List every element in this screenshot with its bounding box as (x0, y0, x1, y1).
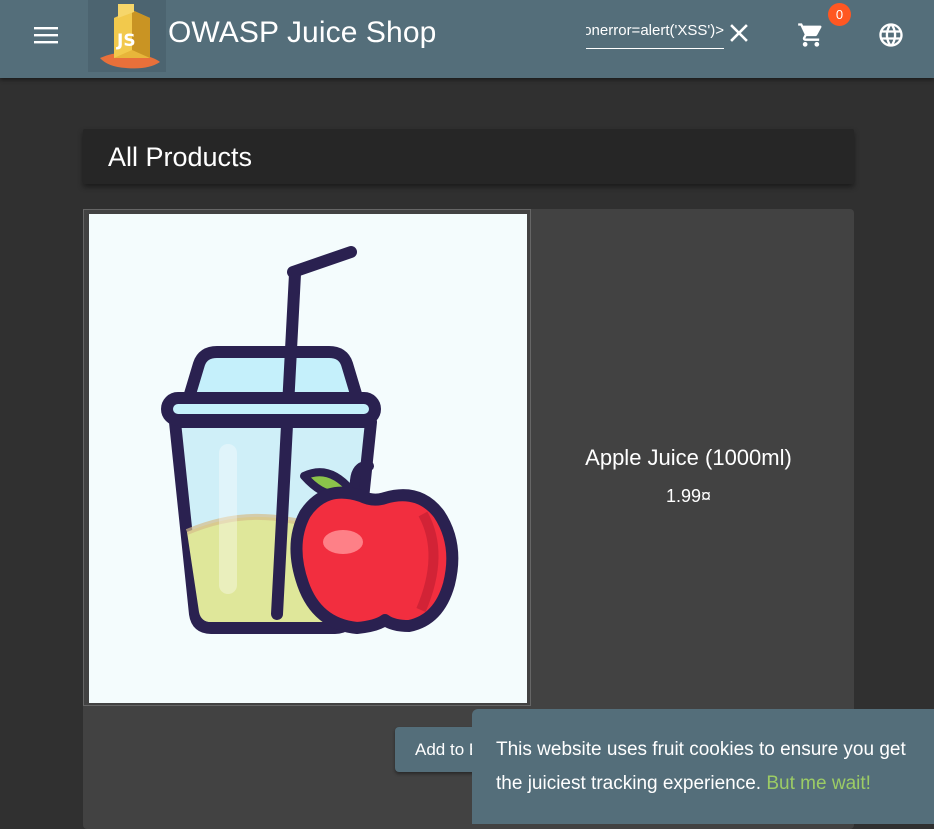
clear-search-button[interactable] (727, 20, 751, 46)
hamburger-menu-icon (34, 27, 58, 44)
logo-button[interactable]: JS (88, 0, 166, 72)
shopping-cart-icon (798, 23, 822, 47)
product-price: 1.99¤ (665, 486, 712, 506)
cookie-message-block: This website uses fruit cookies to ensur… (496, 733, 934, 801)
shopping-cart-button[interactable] (794, 18, 828, 52)
top-toolbar: JS OWASP Juice Shop <img src=x onerror=a… (0, 0, 934, 78)
products-heading-card: All Products (83, 129, 854, 184)
cart-count-badge: 0 (828, 3, 851, 26)
product-image-frame[interactable] (83, 209, 531, 706)
cookie-dismiss-link[interactable]: But me wait! (766, 773, 871, 794)
language-button[interactable] (874, 18, 908, 52)
globe-icon (879, 23, 903, 47)
app-title[interactable]: OWASP Juice Shop (168, 15, 436, 51)
apple-juice-cup-illustration (161, 246, 459, 634)
menu-button[interactable] (24, 17, 70, 53)
product-image (89, 214, 527, 703)
product-name: Apple Juice (1000ml) (585, 445, 792, 470)
cookie-consent-banner: This website uses fruit cookies to ensur… (472, 709, 934, 824)
close-icon (730, 24, 748, 42)
svg-text:JS: JS (116, 31, 136, 51)
page-title: All Products (108, 142, 253, 172)
juice-carton-logo: JS (100, 4, 160, 69)
search-input[interactable]: <img src=x onerror=alert('XSS')> (586, 22, 724, 49)
search-input-value: <img src=x onerror=alert('XSS')> (586, 22, 724, 39)
